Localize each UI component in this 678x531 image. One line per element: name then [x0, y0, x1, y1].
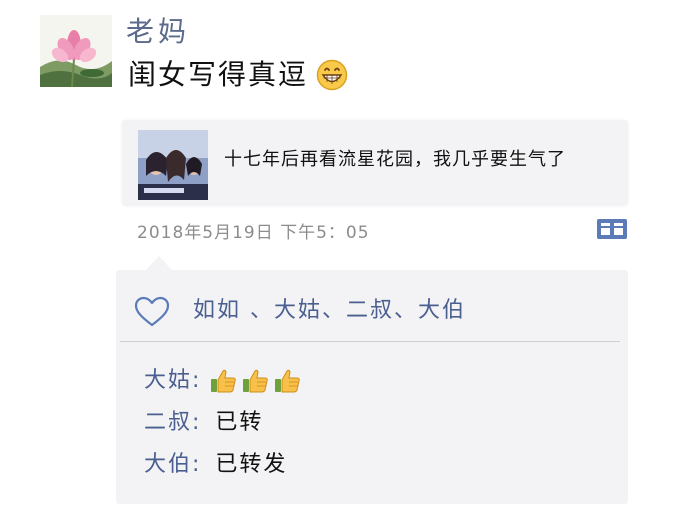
lotus-avatar-image	[40, 15, 112, 87]
post-timestamp: 2018年5月19日 下午5：05	[137, 223, 370, 243]
author-avatar[interactable]	[40, 15, 112, 87]
thumbs-up-icon	[211, 369, 237, 393]
comment-item: 大姑:	[144, 364, 305, 398]
comment-content	[209, 367, 305, 395]
heart-icon	[134, 296, 170, 327]
shared-link-card[interactable]: 十七年后再看流星花园，我几乎要生气了	[122, 120, 628, 206]
feedback-panel-pointer	[145, 256, 173, 271]
grinning-face-icon	[316, 59, 348, 91]
feedback-panel: 如如 、大姑、二叔、大伯 大姑: 二叔: 已转 大伯: 已转发	[116, 270, 628, 504]
thumbs-up-icon	[243, 369, 269, 393]
drama-poster-image	[138, 130, 208, 200]
comment-content: 已转发	[215, 452, 288, 477]
post-text: 闺女写得真逗	[128, 58, 309, 91]
link-title: 十七年后再看流星花园，我几乎要生气了	[224, 149, 566, 170]
likers-list[interactable]: 如如 、大姑、二叔、大伯	[193, 294, 466, 328]
post-text-row: 闺女写得真逗	[128, 54, 348, 96]
comment-item: 大伯: 已转发	[144, 448, 287, 482]
author-name[interactable]: 老妈	[126, 12, 190, 52]
likes-row: 如如 、大姑、二叔、大伯	[116, 290, 628, 334]
comment-action-icon[interactable]	[596, 216, 628, 242]
thumbs-up-icon	[275, 369, 301, 393]
moments-post: 老妈 闺女写得真逗 十七年后再看流星花园，我几乎要生气了 2018年5月19日 …	[0, 0, 678, 531]
comment-author[interactable]: 二叔:	[144, 406, 201, 440]
comment-content: 已转	[215, 410, 264, 435]
comment-author[interactable]: 大姑:	[144, 364, 201, 398]
comment-author[interactable]: 大伯:	[144, 448, 201, 482]
comment-item: 二叔: 已转	[144, 406, 263, 440]
link-thumbnail	[138, 130, 208, 200]
likes-divider	[120, 341, 620, 342]
